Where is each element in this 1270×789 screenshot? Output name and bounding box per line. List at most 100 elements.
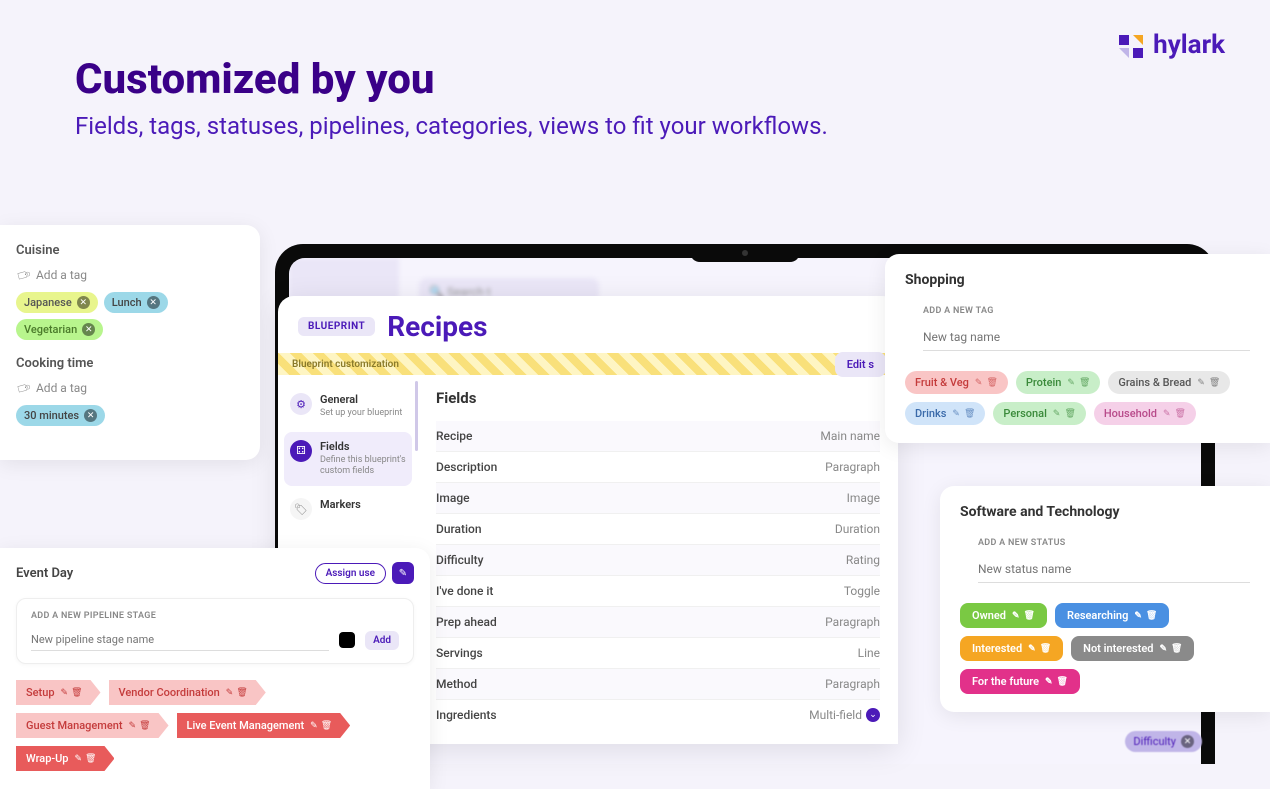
- recipes-title: Recipes: [387, 310, 487, 343]
- tag-30-minutes[interactable]: 30 minutes✕: [16, 405, 105, 426]
- trash-icon[interactable]: 🗑: [85, 754, 96, 764]
- trash-icon[interactable]: 🗑: [1209, 378, 1220, 388]
- trash-icon[interactable]: 🗑: [1079, 378, 1090, 388]
- status-for-future[interactable]: For the future✎🗑: [960, 669, 1080, 694]
- stage-live[interactable]: Live Event Management✎🗑: [177, 713, 351, 738]
- fields-list: RecipeMain name DescriptionParagraph Ima…: [436, 421, 880, 730]
- add-stage-label: ADD A NEW PIPELINE STAGE: [31, 611, 399, 621]
- trash-icon[interactable]: 🗑: [1146, 611, 1157, 621]
- close-icon[interactable]: ✕: [84, 409, 97, 422]
- add-status-label: ADD A NEW STATUS: [978, 538, 1250, 548]
- field-row[interactable]: ImageImage: [436, 482, 880, 513]
- stage-name-input[interactable]: [31, 629, 329, 651]
- pipeline-card: Event Day Assign use ✎ ADD A NEW PIPELIN…: [0, 548, 430, 789]
- edit-icon[interactable]: ✎: [310, 721, 318, 731]
- trash-icon[interactable]: 🗑: [1064, 409, 1075, 419]
- edit-icon[interactable]: ✎: [1045, 677, 1053, 687]
- hero-subtitle: Fields, tags, statuses, pipelines, categ…: [75, 112, 828, 140]
- trash-icon[interactable]: 🗑: [986, 378, 997, 388]
- edit-icon[interactable]: ✎: [1012, 611, 1020, 621]
- edit-icon[interactable]: ✎: [129, 721, 137, 731]
- stage-vendor[interactable]: Vendor Coordination✎🗑: [109, 680, 266, 705]
- customization-stripe: Blueprint customization: [278, 353, 898, 375]
- brand-name: hylark: [1153, 30, 1225, 60]
- tag-personal[interactable]: Personal✎🗑: [993, 402, 1085, 425]
- edit-icon[interactable]: ✎: [1197, 378, 1205, 388]
- trash-icon[interactable]: 🗑: [139, 721, 150, 731]
- tag-icon: 🏷: [14, 379, 33, 397]
- field-row[interactable]: DurationDuration: [436, 513, 880, 544]
- close-icon[interactable]: ✕: [77, 296, 90, 309]
- tag-name-input[interactable]: [923, 324, 1250, 351]
- trash-icon[interactable]: 🗑: [1024, 611, 1035, 621]
- status-researching[interactable]: Researching✎🗑: [1055, 603, 1169, 628]
- scroll-indicator[interactable]: [415, 381, 418, 451]
- nav-item-fields[interactable]: ⚃ Fields Define this blueprint's custom …: [284, 432, 412, 486]
- color-swatch[interactable]: [339, 632, 355, 648]
- nav-item-general[interactable]: ⚙ General Set up your blueprint: [284, 385, 412, 428]
- assign-button[interactable]: Assign use: [315, 563, 386, 584]
- field-row[interactable]: IngredientsMulti-field ⌄: [436, 699, 880, 730]
- difficulty-snippet: Difficulty✕: [1125, 730, 1202, 752]
- tag-vegetarian[interactable]: Vegetarian✕: [16, 319, 103, 340]
- edit-icon[interactable]: ✎: [61, 688, 69, 698]
- add-tag-button[interactable]: 🏷 Add a tag: [16, 268, 244, 282]
- field-row[interactable]: Prep aheadParagraph: [436, 606, 880, 637]
- add-button[interactable]: Add: [365, 631, 399, 650]
- edit-icon[interactable]: ✎: [1053, 409, 1061, 419]
- field-row[interactable]: RecipeMain name: [436, 421, 880, 451]
- trash-icon[interactable]: 🗑: [236, 688, 247, 698]
- field-row[interactable]: I've done itToggle: [436, 575, 880, 606]
- field-row[interactable]: ServingsLine: [436, 637, 880, 668]
- pipeline-title: Event Day: [16, 566, 73, 581]
- trash-icon[interactable]: 🗑: [1057, 677, 1068, 687]
- close-icon[interactable]: ✕: [147, 296, 160, 309]
- fields-heading: Fields: [436, 389, 880, 407]
- edit-icon[interactable]: ✎: [1163, 409, 1171, 419]
- tag-protein[interactable]: Protein✎🗑: [1016, 371, 1100, 394]
- trash-icon[interactable]: 🗑: [1040, 644, 1051, 654]
- add-stage-form: ADD A NEW PIPELINE STAGE Add: [16, 598, 414, 664]
- trash-icon[interactable]: 🗑: [1175, 409, 1186, 419]
- trash-icon[interactable]: 🗑: [321, 721, 332, 731]
- trash-icon[interactable]: 🗑: [964, 409, 975, 419]
- edit-icon[interactable]: ✎: [1067, 378, 1075, 388]
- tag-lunch[interactable]: Lunch✕: [104, 292, 168, 313]
- stage-setup[interactable]: Setup✎🗑: [16, 680, 101, 705]
- status-name-input[interactable]: [978, 556, 1250, 583]
- edit-icon[interactable]: ✎: [226, 688, 234, 698]
- trash-icon[interactable]: 🗑: [71, 688, 82, 698]
- stage-guest[interactable]: Guest Management✎🗑: [16, 713, 169, 738]
- chevron-down-icon[interactable]: ⌄: [866, 708, 880, 722]
- edit-icon[interactable]: ✎: [1028, 644, 1036, 654]
- cuisine-label: Cuisine: [16, 243, 244, 258]
- logo-mark-icon: [1119, 32, 1145, 58]
- trash-icon[interactable]: 🗑: [1171, 644, 1182, 654]
- edit-icon[interactable]: ✎: [952, 409, 960, 419]
- edit-icon[interactable]: ✎: [1134, 611, 1142, 621]
- edit-icon[interactable]: ✎: [975, 378, 983, 388]
- field-row[interactable]: DescriptionParagraph: [436, 451, 880, 482]
- add-tag-button[interactable]: 🏷 Add a tag: [16, 381, 244, 395]
- edit-button[interactable]: Edit s: [835, 352, 886, 377]
- person-icon: ⚙: [290, 393, 312, 415]
- tag-drinks[interactable]: Drinks✎🗑: [905, 402, 985, 425]
- field-row[interactable]: MethodParagraph: [436, 668, 880, 699]
- tag-japanese[interactable]: Japanese✕: [16, 292, 98, 313]
- status-owned[interactable]: Owned✎🗑: [960, 603, 1047, 628]
- status-not-interested[interactable]: Not interested✎🗑: [1071, 636, 1194, 661]
- software-card: Software and Technology ADD A NEW STATUS…: [940, 486, 1270, 712]
- field-row[interactable]: DifficultyRating: [436, 544, 880, 575]
- status-interested[interactable]: Interested✎🗑: [960, 636, 1063, 661]
- close-icon[interactable]: ✕: [82, 323, 95, 336]
- edit-icon[interactable]: ✎: [1159, 644, 1167, 654]
- tag-grains[interactable]: Grains & Bread✎🗑: [1108, 371, 1230, 394]
- tag-fruit-veg[interactable]: Fruit & Veg✎🗑: [905, 371, 1008, 394]
- edit-icon[interactable]: ✎: [392, 562, 414, 584]
- edit-icon[interactable]: ✎: [75, 754, 83, 764]
- nav-item-markers[interactable]: 🏷 Markers: [284, 490, 412, 528]
- blueprint-badge: BLUEPRINT: [298, 317, 375, 336]
- stage-wrap[interactable]: Wrap-Up✎🗑: [16, 746, 114, 771]
- tag-household[interactable]: Household✎🗑: [1094, 402, 1196, 425]
- shopping-title: Shopping: [905, 272, 1250, 288]
